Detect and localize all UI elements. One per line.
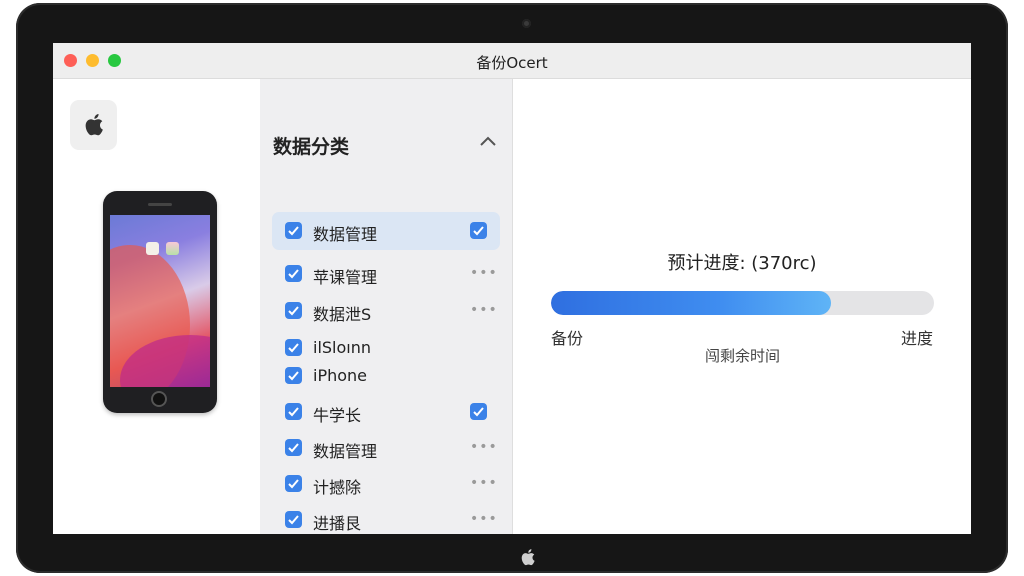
phone-speaker — [148, 203, 172, 206]
backup-window: 备份Ocert 数据分类 数据管理 苹课管理 ••• 数据泄S ••• ilSl… — [53, 43, 971, 534]
checkmark-icon — [288, 226, 299, 236]
iphone-illustration — [103, 191, 217, 413]
checkbox[interactable] — [285, 302, 302, 319]
app-logo-tile — [70, 100, 117, 150]
checkmark-icon — [288, 443, 299, 453]
monitor-frame: 备份Ocert 数据分类 数据管理 苹课管理 ••• 数据泄S ••• ilSl… — [16, 3, 1008, 573]
phone-home-button — [151, 391, 167, 407]
category-label: iPhone — [313, 366, 368, 385]
camera-icon — [522, 19, 531, 28]
category-label: 数据管理 — [313, 442, 378, 461]
category-label: 数据泄S — [313, 305, 372, 324]
checkmark-icon — [473, 407, 484, 417]
category-row-iphone[interactable]: iPhone — [272, 357, 500, 395]
checkmark-icon — [288, 407, 299, 417]
phone-app-icon — [166, 242, 179, 255]
row-checkbox-right[interactable] — [470, 222, 487, 239]
checkbox[interactable] — [285, 511, 302, 528]
chevron-up-icon[interactable] — [479, 135, 497, 147]
phone-screen — [110, 215, 210, 387]
window-title: 备份Ocert — [476, 54, 548, 72]
category-row-data-management-2[interactable]: 数据管理 ••• — [272, 429, 500, 467]
category-row-data-leak[interactable]: 数据泄S ••• — [272, 292, 500, 330]
category-label: 数据管理 — [313, 225, 378, 244]
checkmark-icon — [288, 515, 299, 525]
progress-bar — [551, 291, 934, 315]
more-icon[interactable]: ••• — [470, 439, 498, 455]
phone-app-icon — [146, 242, 159, 255]
category-label: 牛学长 — [313, 406, 362, 425]
checkmark-icon — [288, 343, 299, 353]
checkmark-icon — [288, 306, 299, 316]
title-bar: 备份Ocert — [53, 43, 971, 79]
checkmark-icon — [288, 371, 299, 381]
more-icon[interactable]: ••• — [470, 475, 498, 491]
category-row-tenorshare[interactable]: 牛学长 — [272, 393, 500, 431]
checkbox[interactable] — [285, 403, 302, 420]
category-row-calc[interactable]: 计撼除 ••• — [272, 465, 500, 503]
more-icon[interactable]: ••• — [470, 302, 498, 318]
row-checkbox-right[interactable] — [470, 403, 487, 420]
checkbox[interactable] — [285, 475, 302, 492]
category-row-course-management[interactable]: 苹课管理 ••• — [272, 255, 500, 293]
progress-title: 预计进度: (370rc) — [667, 253, 817, 274]
category-header: 数据分类 — [273, 136, 350, 158]
apple-icon — [521, 549, 535, 566]
checkbox[interactable] — [285, 439, 302, 456]
category-label: ilSloınn — [313, 338, 372, 357]
remaining-time-label: 闯剩余时间 — [704, 347, 780, 365]
progress-pane: 预计进度: (370rc) 备份 进度 闯剩余时间 — [513, 79, 971, 534]
checkbox[interactable] — [285, 367, 302, 384]
checkmark-icon — [288, 269, 299, 279]
more-icon[interactable]: ••• — [470, 511, 498, 527]
progress-bar-fill — [551, 291, 831, 315]
device-pane — [53, 79, 260, 534]
checkbox[interactable] — [285, 265, 302, 282]
checkmark-icon — [288, 479, 299, 489]
checkbox[interactable] — [285, 222, 302, 239]
category-label: 计撼除 — [313, 478, 362, 497]
checkmark-icon — [473, 226, 484, 236]
apple-icon — [85, 113, 103, 136]
category-row-data-management[interactable]: 数据管理 — [272, 212, 500, 250]
checkbox[interactable] — [285, 339, 302, 356]
category-label: 苹课管理 — [313, 268, 378, 287]
category-pane: 数据分类 数据管理 苹课管理 ••• 数据泄S ••• ilSloınn iPh… — [260, 79, 513, 534]
category-label: 进播艮 — [313, 514, 362, 533]
category-row-progress[interactable]: 进播艮 ••• — [272, 501, 500, 534]
more-icon[interactable]: ••• — [470, 265, 498, 281]
